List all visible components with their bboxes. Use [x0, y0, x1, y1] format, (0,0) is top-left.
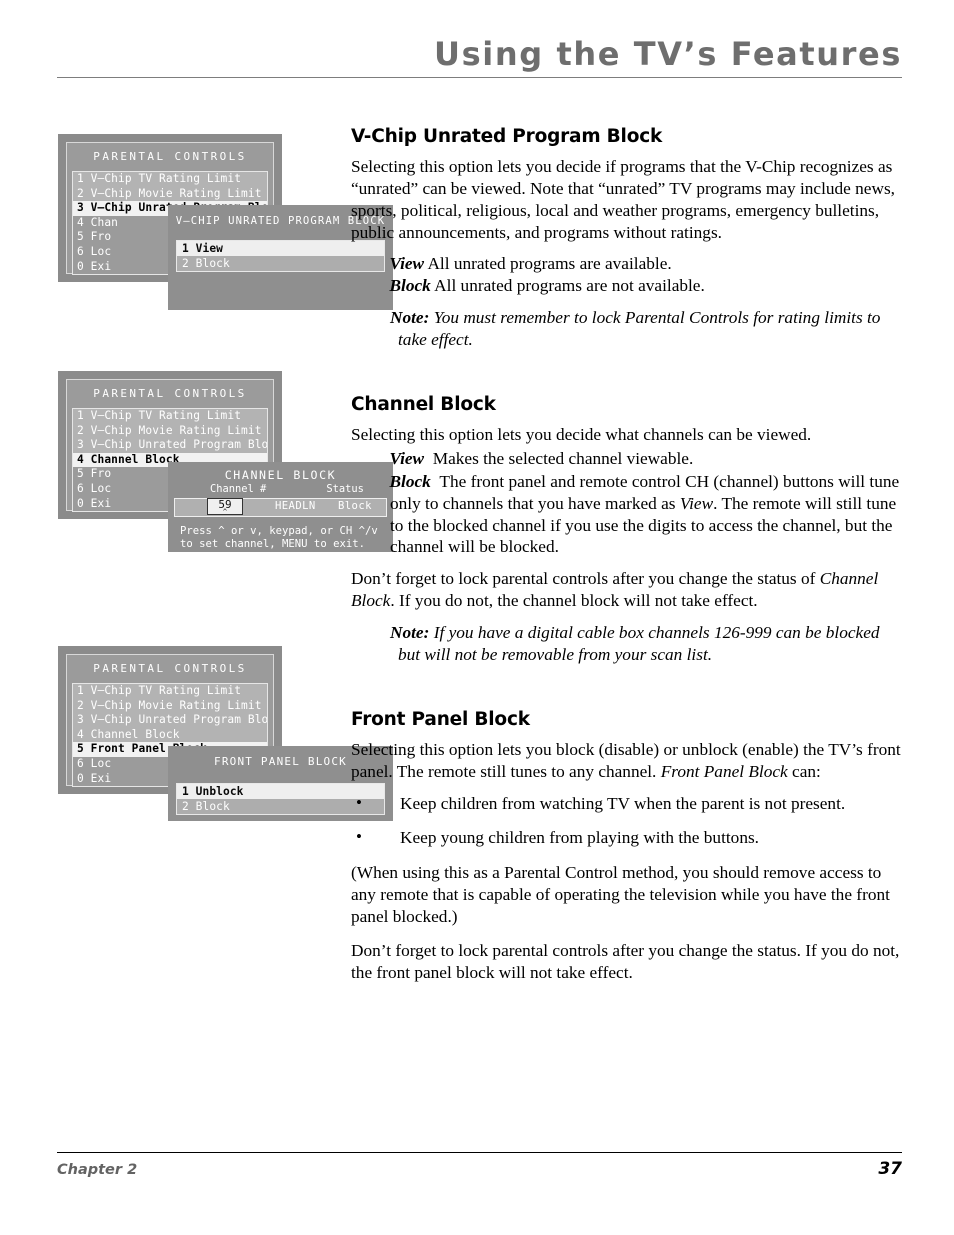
menu-item-1[interactable]: 1 V–Chip TV Rating Limit	[73, 409, 267, 424]
list-item: Keep children from watching TV when the …	[351, 792, 902, 815]
definition-view: View Makes the selected channel viewable…	[351, 448, 902, 470]
intro-text-b: can:	[787, 761, 821, 781]
definition-view-text: All unrated programs are available.	[427, 253, 672, 273]
page-title: Using the TV’s Features	[434, 35, 902, 73]
menu-item-3[interactable]: 3 V–Chip Unrated Program Block	[73, 713, 267, 728]
menu-item-2[interactable]: 2 V–Chip Movie Rating Limit	[73, 698, 267, 714]
note-line-2: but will not be removable from your scan…	[398, 644, 713, 664]
note-line-1: If you have a digital cable box channels…	[433, 623, 880, 642]
paragraph-frontpanel-intro: Selecting this option lets you block (di…	[351, 739, 902, 783]
definition-list-channel: View Makes the selected channel viewable…	[351, 448, 902, 558]
definition-view: View All unrated programs are available.	[351, 253, 902, 275]
heading-channel-block: Channel Block	[351, 394, 496, 415]
paragraph-frontpanel-paren: (When using this as a Parental Control m…	[351, 863, 890, 926]
note-label: Note:	[390, 308, 430, 328]
intro-italic: Front Panel Block	[660, 761, 788, 781]
heading-vchip-unrated: V-Chip Unrated Program Block	[351, 126, 663, 147]
main-content: V-Chip Unrated Program Block Selecting t…	[351, 126, 902, 993]
down-caret-icon: ^	[222, 508, 228, 516]
osd-menu-title: PARENTAL CONTROLS	[93, 150, 247, 163]
term-view: View	[389, 253, 425, 273]
footer-divider	[57, 1152, 902, 1153]
definition-block-text: All unrated programs are not available.	[434, 276, 705, 296]
page-header: Using the TV’s Features	[57, 35, 902, 78]
note-vchip: Note: You must remember to lock Parental…	[351, 307, 902, 351]
note-channel: Note: If you have a digital cable box ch…	[351, 622, 902, 666]
paragraph-frontpanel-reminder: Don’t forget to lock parental controls a…	[351, 940, 900, 982]
menu-item-2[interactable]: 2 V–Chip Movie Rating Limit	[73, 423, 267, 439]
figure-front-panel-block: PARENTAL CONTROLS 1 V–Chip TV Rating Lim…	[58, 646, 393, 826]
menu-item-2[interactable]: 2 V–Chip Movie Rating Limit	[73, 186, 267, 202]
definition-block: Block The front panel and remote control…	[351, 471, 902, 559]
heading-front-panel-block: Front Panel Block	[351, 708, 530, 730]
frontpanel-bullet-list: Keep children from watching TV when the …	[351, 792, 902, 850]
figure-vchip-unrated: PARENTAL CONTROLS 1 V–Chip TV Rating Lim…	[58, 134, 393, 314]
osd-menu-title: PARENTAL CONTROLS	[93, 662, 247, 675]
paragraph-channel-reminder: Don’t forget to lock parental controls a…	[351, 568, 902, 612]
menu-item-1[interactable]: 1 V–Chip TV Rating Limit	[73, 684, 267, 699]
list-item: Keep young children from playing with th…	[351, 826, 902, 849]
paragraph-channel-intro: Selecting this option lets you decide wh…	[351, 425, 812, 444]
paragraph-vchip-intro: Selecting this option lets you decide if…	[351, 157, 895, 242]
note-label: Note:	[390, 623, 430, 642]
menu-item-1[interactable]: 1 V–Chip TV Rating Limit	[73, 172, 267, 187]
definition-block: Block All unrated programs are not avail…	[351, 275, 902, 297]
reminder-text-a: Don’t forget to lock parental controls a…	[351, 569, 820, 589]
page-footer: Chapter 2 37	[57, 1152, 902, 1179]
header-divider	[57, 76, 902, 78]
definition-view-text: Makes the selected channel viewable.	[432, 448, 694, 468]
menu-item-4[interactable]: 4 Channel Block	[73, 727, 267, 743]
reminder-text-b: . If you do not, the channel block will …	[390, 591, 758, 611]
footer-row: Chapter 2 37	[57, 1159, 902, 1179]
definition-block-italic: View	[679, 493, 714, 513]
definition-list-vchip: View All unrated programs are available.…	[351, 253, 902, 298]
page: Using the TV’s Features PARENTAL CONTROL…	[0, 0, 954, 1235]
figure-channel-block: PARENTAL CONTROLS 1 V–Chip TV Rating Lim…	[58, 371, 393, 552]
osd-menu-title: PARENTAL CONTROLS	[93, 387, 247, 400]
menu-item-3[interactable]: 3 V–Chip Unrated Program Block	[73, 438, 267, 453]
channel-name: HEADLN	[275, 500, 316, 512]
note-line-2: take effect.	[398, 330, 473, 350]
term-block: Block	[389, 276, 431, 296]
term-block: Block	[389, 471, 431, 491]
term-view: View	[389, 448, 425, 468]
channel-number-field[interactable]: 59 ^	[207, 498, 243, 516]
footer-chapter: Chapter 2	[57, 1162, 138, 1178]
col-header-channel: Channel #	[210, 483, 267, 495]
note-line-1: You must remember to lock Parental Contr…	[433, 308, 881, 328]
footer-page-number: 37	[878, 1159, 902, 1179]
